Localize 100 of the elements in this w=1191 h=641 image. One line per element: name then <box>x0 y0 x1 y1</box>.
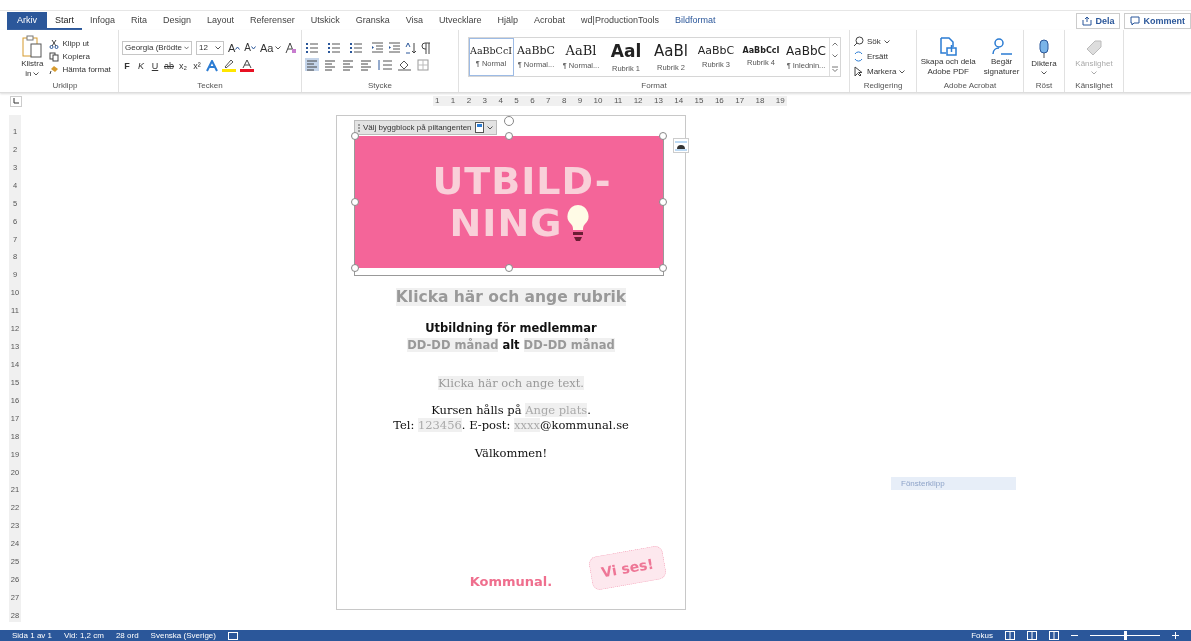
ruler-number: 4 <box>498 96 503 106</box>
style-sample: AaBbC <box>786 43 826 58</box>
ruler-number: 3 <box>482 96 488 106</box>
resize-handle[interactable] <box>659 198 667 206</box>
layout-options-button[interactable] <box>673 138 689 153</box>
font-name-field[interactable]: Georgia (Brödte <box>122 40 192 55</box>
ruler-number: 2 <box>466 96 472 106</box>
strikethrough-button[interactable]: ab <box>164 58 174 73</box>
view-icon[interactable] <box>1049 631 1059 640</box>
text-wrap-icon <box>674 139 688 152</box>
resize-handle[interactable] <box>505 132 513 140</box>
resize-handle[interactable] <box>351 132 359 140</box>
style-sample: AaBbCcI <box>470 45 512 56</box>
caret-icon <box>251 45 256 50</box>
comment-button[interactable]: Komment <box>1124 13 1191 29</box>
view-icon[interactable] <box>1027 631 1037 640</box>
signature-icon <box>990 36 1013 57</box>
gallery-scrollbar[interactable] <box>828 37 840 76</box>
status-item[interactable]: 28 ord <box>115 630 139 641</box>
shrink-font-button[interactable]: A <box>244 40 256 55</box>
search-icon <box>853 36 864 47</box>
replace-button[interactable]: Ersätt <box>853 50 888 63</box>
dictate-button[interactable]: Diktera <box>1029 38 1059 75</box>
paste-button[interactable]: Klistra in <box>19 34 46 79</box>
ribbon-tab[interactable]: Hjälp <box>489 12 527 30</box>
ribbon-tab[interactable]: Bildformat <box>666 12 724 30</box>
resize-handle[interactable] <box>505 264 513 272</box>
ruler-number: 15 <box>694 96 704 106</box>
more-icon <box>831 65 838 72</box>
closing-text: Välkommen! <box>474 446 548 460</box>
caret-icon <box>1091 70 1097 75</box>
font-size-field[interactable]: 12 <box>196 40 224 55</box>
left-tab-icon <box>13 98 19 104</box>
grow-font-button[interactable]: A <box>228 40 241 55</box>
create-pdf-button[interactable]: Skapa och dela Adobe PDF <box>918 36 978 77</box>
up-caret-icon <box>831 41 838 46</box>
ribbon-tab[interactable]: Referenser <box>242 12 303 30</box>
style-sample: AaBl <box>654 41 688 60</box>
clear-format-icon <box>285 41 298 54</box>
copy-icon <box>49 51 60 62</box>
font-color-icon <box>240 59 254 72</box>
floating-hint: Fönsterklipp <box>891 477 1016 490</box>
ribbon-tab[interactable]: Design <box>155 12 200 30</box>
group-label: Adobe Acrobat <box>942 81 998 92</box>
caret-icon <box>215 45 221 50</box>
status-item[interactable]: Sida 1 av 1 <box>12 630 53 641</box>
ribbon-tab[interactable]: Visa <box>397 12 431 30</box>
ribbon-tab[interactable]: Granska <box>347 12 398 30</box>
underline-button[interactable]: U <box>150 58 160 73</box>
sticker-label: Vi ses! <box>587 544 668 592</box>
ribbon-tab[interactable]: Acrobat <box>526 12 574 30</box>
subtitle-text: Utbildning för medlemmar DD-DD månad alt DD-DD månad <box>406 320 616 354</box>
bold-button[interactable]: F <box>122 58 132 73</box>
request-signatures-button[interactable]: Begär signaturer <box>981 36 1022 77</box>
ribbon-tab[interactable]: wd|ProductionTools <box>573 12 667 30</box>
zoom-out-icon[interactable] <box>1071 632 1078 639</box>
italic-button[interactable]: K <box>136 58 146 73</box>
subscript-button[interactable]: x₂ <box>178 58 188 73</box>
align-icon <box>323 58 337 71</box>
building-block-tag[interactable]: Välj byggblock på piltangenten <box>354 120 497 135</box>
zoom-thumb[interactable] <box>1124 631 1127 640</box>
view-icon[interactable] <box>1005 631 1015 640</box>
clipboard-command[interactable]: Kopiera <box>49 50 111 63</box>
borders-icon <box>417 58 429 71</box>
focus-button[interactable]: Fokus <box>971 630 993 641</box>
pilcrow-icon <box>421 42 431 54</box>
resize-handle[interactable] <box>659 264 667 272</box>
caret-icon <box>883 39 890 44</box>
align-icon <box>359 58 373 71</box>
clipboard-command[interactable]: Klipp ut <box>49 37 111 50</box>
ribbon-tab[interactable]: Utvecklare <box>431 12 490 30</box>
ruler-number: 7 <box>546 96 551 106</box>
file-tab[interactable]: Arkiv <box>7 12 47 30</box>
caret-icon <box>33 71 40 76</box>
status-item[interactable]: Svenska (Sverige) <box>150 630 216 641</box>
ribbon-tab[interactable]: Utskick <box>302 12 348 30</box>
ruler-number: 8 <box>561 96 567 106</box>
resize-handle[interactable] <box>659 132 667 140</box>
resize-handle[interactable] <box>351 264 359 272</box>
status-item[interactable]: Vid: 1,2 cm <box>64 630 104 641</box>
group-label: Stycke <box>367 81 393 92</box>
zoom-in-icon[interactable] <box>1172 632 1179 639</box>
line-spacing-icon <box>377 58 393 71</box>
select-button[interactable]: Markera <box>853 65 906 78</box>
brush-icon <box>49 64 60 75</box>
clipboard-command[interactable]: Hämta format <box>49 63 111 76</box>
resize-handle[interactable] <box>351 198 359 206</box>
tab-selector[interactable] <box>10 95 22 107</box>
share-button[interactable]: Dela <box>1076 13 1121 29</box>
change-case-button[interactable]: Aa <box>260 40 282 55</box>
ribbon-tab[interactable]: Infoga <box>82 12 124 30</box>
ribbon-tab[interactable]: Rita <box>123 12 156 30</box>
lightbulb-icon <box>566 204 591 242</box>
style-sample: AaBl <box>565 43 597 58</box>
rotate-handle[interactable] <box>504 116 514 126</box>
group-label: Känslighet <box>1074 81 1114 92</box>
superscript-button[interactable]: x² <box>192 58 202 73</box>
caret-icon <box>831 53 838 58</box>
ribbon-tab[interactable]: Layout <box>199 12 243 30</box>
find-button[interactable]: Sök <box>853 35 890 48</box>
